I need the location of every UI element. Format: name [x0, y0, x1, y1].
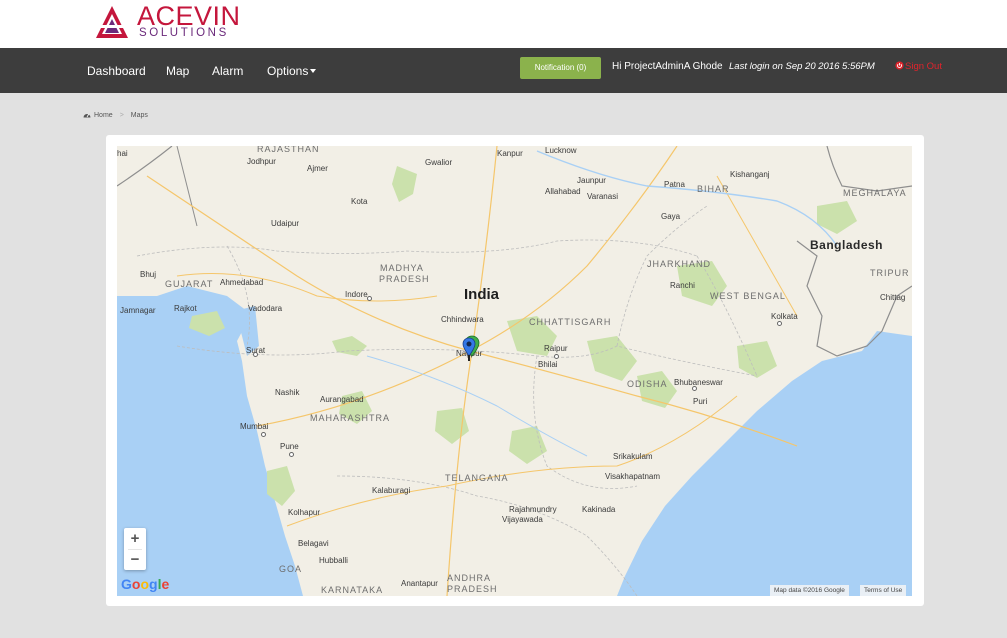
map-label-state: PRADESH — [447, 584, 498, 594]
map-zoom-controls: + − — [124, 528, 146, 570]
map-label-city: Rajkot — [174, 304, 197, 313]
map-pin-blue-icon[interactable] — [462, 337, 476, 362]
map-label-city: Raipur — [544, 344, 568, 353]
nav-options-dropdown[interactable]: Options — [267, 64, 317, 78]
map-label-city: Vadodara — [248, 304, 283, 313]
zoom-out-button[interactable]: − — [124, 549, 146, 570]
map-label-state: GUJARAT — [165, 279, 214, 289]
map-label-city: Ahmedabad — [220, 278, 264, 287]
city-dot — [261, 432, 266, 437]
city-dot — [692, 386, 697, 391]
map-label-city: Jaunpur — [577, 176, 606, 185]
map-base-layer — [117, 146, 912, 596]
map-label-state: TELANGANA — [445, 473, 509, 483]
map-label-city: Lucknow — [545, 146, 577, 155]
breadcrumb-home[interactable]: Home — [94, 112, 113, 119]
map-label-city: Jodhpur — [247, 157, 276, 166]
map-label-city: hai — [117, 149, 128, 158]
zoom-in-button[interactable]: + — [124, 528, 146, 549]
map-label-state: PRADESH — [379, 274, 430, 284]
map-label-city: Bhilai — [538, 360, 558, 369]
notification-button[interactable]: Notification (0) — [520, 57, 601, 79]
city-dot — [777, 321, 782, 326]
breadcrumb-separator: > — [119, 112, 124, 119]
map-label-city: Udaipur — [271, 219, 300, 228]
city-dot — [367, 296, 372, 301]
map-label-city: Pune — [280, 442, 299, 451]
map-label-state: WEST BENGAL — [710, 291, 786, 301]
map-label-city: Kolhapur — [288, 508, 321, 517]
map-label-city: Aurangabad — [320, 395, 364, 404]
brand-tagline: SOLUTIONS — [139, 27, 229, 39]
map-label-city: Kakinada — [582, 505, 616, 514]
map-label-neighbor-country: Bangladesh — [810, 238, 884, 252]
nav-options-label: Options — [267, 64, 309, 78]
breadcrumb-current: Maps — [130, 112, 148, 119]
map-label-city: Anantapur — [401, 579, 438, 588]
map-label-city: Indore — [345, 290, 368, 299]
map-label-state: GOA — [279, 564, 303, 574]
last-login-info: Last login on Sep 20 2016 5:56PM — [729, 61, 875, 72]
google-logo: Google — [121, 577, 169, 592]
map-label-city: Mumbai — [240, 422, 269, 431]
power-icon — [895, 61, 904, 70]
terms-of-use-link[interactable]: Terms of Use — [860, 585, 907, 596]
map-label-city: Gwalior — [425, 158, 453, 167]
map-canvas[interactable]: RAJASTHAN MADHYA PRADESH GUJARAT MAHARAS… — [117, 146, 912, 596]
map-label-city: Ajmer — [307, 164, 328, 173]
map-label-city: Belagavi — [298, 539, 329, 548]
map-label-state: BIHAR — [697, 184, 730, 194]
map-label-state: RAJASTHAN — [257, 146, 320, 154]
map-label-state: KARNATAKA — [321, 585, 384, 595]
map-label-city: Visakhapatnam — [605, 472, 660, 481]
map-label-city: Bhuj — [140, 270, 157, 279]
sign-out-link[interactable]: Sign Out — [895, 61, 942, 73]
map-label-state: MAHARASHTRA — [310, 413, 391, 423]
map-label-state: JHARKHAND — [647, 259, 712, 269]
map-label-city: Srikakulam — [613, 452, 653, 461]
city-dot — [289, 452, 294, 457]
map-attribution: Map data ©2016 Google — [770, 585, 849, 596]
map-label-city: Ranchi — [670, 281, 695, 290]
google-logo-text: Google — [121, 576, 170, 592]
map-label-city: Nashik — [275, 388, 300, 397]
map-label-country: India — [464, 286, 500, 303]
map-label-city: Chittag — [880, 293, 906, 302]
brand-name: ACEVIN — [137, 1, 241, 31]
map-label-city: Gaya — [661, 212, 681, 221]
map-label-city: Puri — [693, 397, 708, 406]
breadcrumb: Home > Maps — [83, 111, 148, 121]
map-label-state: ODISHA — [627, 379, 668, 389]
nav-dashboard[interactable]: Dashboard — [87, 64, 146, 78]
map-label-state: MADHYA — [380, 263, 424, 273]
map-label-city: Kolkata — [771, 312, 798, 321]
map-label-state: CHHATTISGARH — [529, 317, 612, 327]
dashboard-icon — [83, 113, 91, 118]
map-label-city: Rajahmundry — [509, 505, 557, 514]
map-label-city: Varanasi — [587, 192, 618, 201]
user-greeting: Hi ProjectAdminA Ghode — [612, 61, 723, 72]
logo-bar: ACEVIN SOLUTIONS — [0, 0, 1007, 48]
map-label-city: Allahabad — [545, 187, 581, 196]
map-label-city: Chhindwara — [441, 315, 484, 324]
nav-map[interactable]: Map — [166, 64, 189, 78]
map-label-city: Kalaburagi — [372, 486, 411, 495]
map-label-state: ANDHRA — [447, 573, 492, 583]
city-dot — [253, 352, 258, 357]
city-dot — [554, 354, 559, 359]
map-label-city: Kanpur — [497, 149, 523, 158]
sign-out-label: Sign Out — [905, 61, 942, 72]
acevin-logo-icon — [96, 6, 128, 38]
nav-alarm[interactable]: Alarm — [212, 64, 243, 78]
map-label-city: Hubballi — [319, 556, 348, 565]
map-label-state: TRIPUR — [870, 268, 910, 278]
map-label-city: Patna — [664, 180, 685, 189]
map-label-state: MEGHALAYA — [843, 188, 907, 198]
map-label-city: Jamnagar — [120, 306, 156, 315]
map-label-city: Kota — [351, 197, 368, 206]
map-label-city: Vijayawada — [502, 515, 543, 524]
caret-down-icon — [310, 69, 317, 73]
map-label-city: Kishanganj — [730, 170, 770, 179]
map-label-city: Bhubaneswar — [674, 378, 723, 387]
